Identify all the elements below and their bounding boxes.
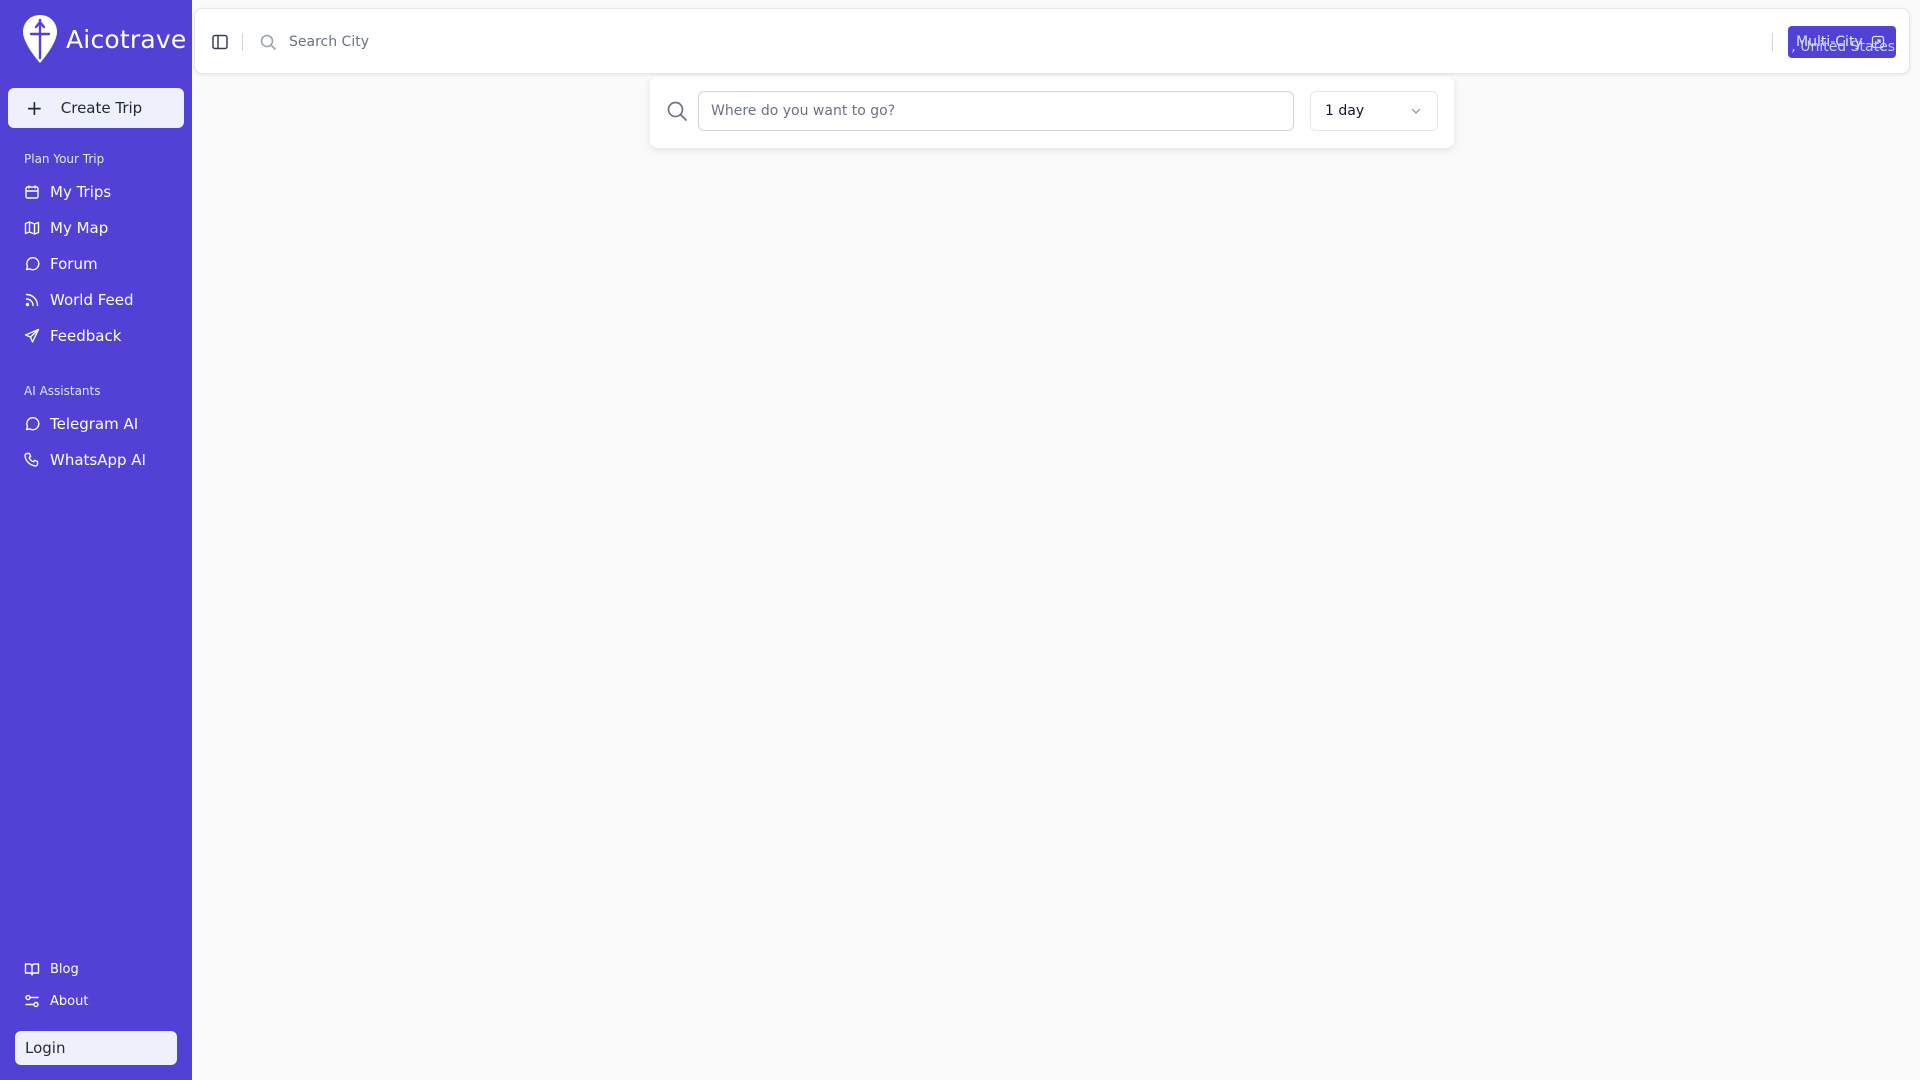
search-icon	[667, 101, 687, 121]
sidebar-item-label: Feedback	[50, 327, 122, 345]
section-label-ai-assistants: AI Assistants	[24, 384, 101, 398]
sidebar-item-feedback[interactable]: Feedback	[24, 324, 121, 348]
chevron-down-icon	[1411, 108, 1421, 115]
sidebar-item-label: Telegram AI	[50, 415, 139, 433]
sidebar-item-telegram-ai[interactable]: Telegram AI	[24, 412, 138, 436]
sidebar-item-forum[interactable]: Forum	[24, 252, 98, 276]
sidebar-item-about[interactable]: About	[24, 989, 88, 1013]
login-button[interactable]: Login	[15, 1031, 177, 1065]
brand-name: Aicotrave	[66, 24, 187, 54]
sidebar-item-my-trips[interactable]: My Trips	[24, 180, 111, 204]
book-open-icon	[24, 963, 40, 976]
duration-value: 1 day	[1325, 103, 1365, 119]
external-square-icon	[1871, 35, 1884, 49]
destination-input[interactable]	[698, 91, 1294, 131]
map-icon	[24, 221, 40, 235]
sidebar: Aicotrave + Create Trip Plan Your Trip M…	[0, 0, 192, 1080]
message-circle-icon	[25, 257, 40, 271]
city-search-input[interactable]	[289, 27, 689, 57]
rss-icon	[25, 293, 39, 307]
sidebar-toggle-icon[interactable]	[211, 33, 229, 51]
divider	[242, 33, 243, 51]
search-icon	[260, 34, 276, 50]
sidebar-item-label: About	[50, 993, 89, 1009]
duration-select[interactable]: 1 day	[1310, 91, 1438, 131]
sliders-icon	[25, 994, 39, 1008]
multi-city-button[interactable]: Multi-City	[1788, 26, 1896, 58]
create-trip-label: Create Trip	[60, 99, 143, 117]
send-icon	[24, 328, 40, 343]
sidebar-item-label: My Map	[50, 219, 109, 237]
trip-search-panel: 1 day	[650, 76, 1454, 148]
location-pin-logo-icon	[23, 15, 57, 63]
divider	[1772, 33, 1773, 51]
sidebar-item-blog[interactable]: Blog	[24, 957, 79, 981]
create-trip-button[interactable]: + Create Trip	[8, 88, 184, 128]
sidebar-item-label: Blog	[50, 961, 79, 977]
sidebar-item-whatsapp-ai[interactable]: WhatsApp AI	[24, 448, 146, 472]
section-label-plan-your-trip: Plan Your Trip	[24, 152, 105, 166]
sidebar-item-label: WhatsApp AI	[50, 451, 146, 469]
sidebar-item-my-map[interactable]: My Map	[24, 216, 108, 240]
plus-icon: +	[26, 96, 43, 120]
sidebar-item-label: Forum	[50, 255, 98, 273]
sidebar-item-world-feed[interactable]: World Feed	[24, 288, 134, 312]
phone-icon	[24, 452, 39, 467]
sidebar-item-label: World Feed	[50, 291, 134, 309]
message-circle-icon	[25, 417, 40, 431]
multi-city-label: Multi-City	[1796, 34, 1863, 50]
calendar-icon	[25, 185, 39, 199]
top-bar: Multi-City , United States	[194, 8, 1910, 74]
sidebar-item-label: My Trips	[50, 183, 112, 201]
brand-logo[interactable]: Aicotrave	[22, 14, 186, 64]
